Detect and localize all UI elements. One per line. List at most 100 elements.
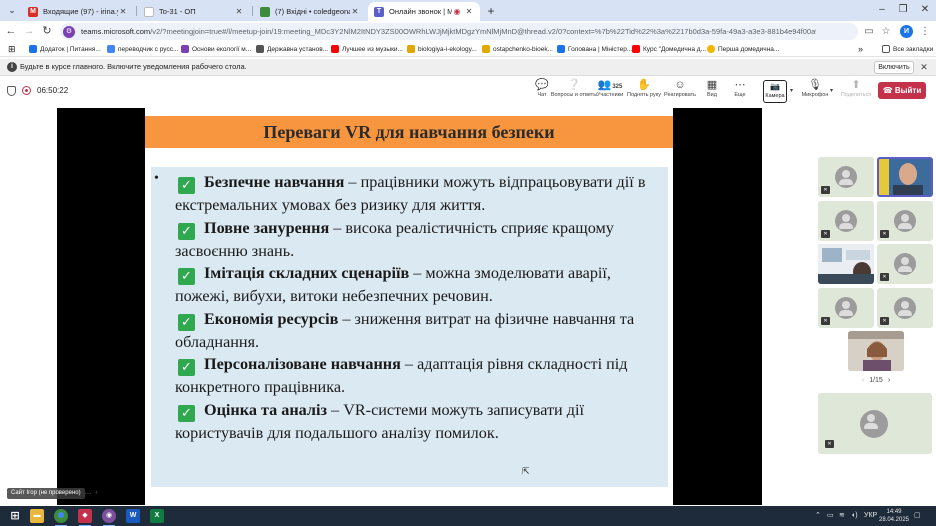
network-icon[interactable]: ▭ — [827, 510, 834, 522]
participants-button[interactable]: 👥325 Участники — [592, 79, 628, 103]
tab-title: (7) Вхідні • coledgeonat@ukr.n — [275, 7, 350, 16]
tab-ukrnet[interactable]: (7) Вхідні • coledgeonat@ukr.n ✕ — [254, 2, 366, 21]
reload-icon[interactable]: ↻ — [40, 24, 54, 38]
chat-button[interactable]: 💬 Чат — [524, 79, 560, 103]
participant-tile[interactable]: ✕ — [818, 288, 874, 328]
restore-icon[interactable]: ❐ — [896, 3, 910, 17]
profile-avatar[interactable]: И — [900, 25, 913, 38]
site-info-icon[interactable]: ⚙ — [63, 25, 75, 38]
list-item: ✓ Повне занурення – висока реалістичність… — [175, 218, 614, 260]
list-item: ✓ Безпечне навчання – працівники можуть в… — [175, 173, 646, 214]
bookmark-item[interactable]: Курс "Домедична д... — [632, 43, 706, 55]
microphone-off-icon: 🎙 — [808, 79, 822, 91]
participant-tile[interactable] — [818, 244, 874, 284]
bookmark-item[interactable]: Голована | Міністер... — [557, 43, 632, 55]
close-tab-icon[interactable]: ✕ — [234, 7, 244, 16]
list-item: ✓ Персоналізоване навчання – адаптація рі… — [175, 355, 628, 397]
close-tab-icon[interactable]: ✕ — [350, 7, 360, 16]
bookmark-item[interactable]: Державна установ... — [256, 43, 328, 55]
bookmark-favicon — [181, 45, 189, 53]
bookmark-item[interactable]: Основи екології м... — [181, 43, 251, 55]
all-bookmarks-button[interactable]: Все закладки — [882, 43, 933, 55]
close-tab-icon[interactable]: ✕ — [118, 7, 128, 16]
address-bar[interactable]: ⚙ teams.microsoft.com/v2/?meetingjoin=tr… — [60, 23, 858, 40]
tab-to31[interactable]: To-31 - ОП ✕ — [138, 2, 250, 21]
checkmark-icon: ✓ — [178, 222, 195, 240]
more-icon: ⋯ — [734, 79, 746, 91]
participant-tile-active-speaker[interactable] — [877, 157, 933, 197]
apps-grid-icon[interactable]: ⊞ — [8, 43, 20, 55]
mic-muted-icon: ✕ — [880, 273, 889, 281]
raise-hand-button[interactable]: ✋ Поднять руку — [626, 79, 662, 103]
page-icon — [144, 6, 154, 17]
close-icon[interactable]: ✕ — [918, 61, 930, 73]
self-view-tile[interactable]: ✕ — [818, 393, 932, 454]
tab-search-icon[interactable]: ⌄ — [4, 3, 20, 18]
people-icon: 👥 — [597, 79, 612, 91]
word-icon[interactable]: W — [126, 509, 140, 523]
participant-video — [848, 331, 904, 371]
start-button[interactable]: ⊞ — [8, 509, 22, 523]
url-text[interactable]: teams.microsoft.com/v2/?meetingjoin=true… — [81, 27, 816, 36]
participant-tile[interactable]: ✕ — [877, 244, 933, 284]
viber-icon[interactable]: ◉ — [102, 509, 116, 526]
wifi-icon[interactable]: ≋ — [839, 510, 845, 522]
bookmark-item[interactable]: переводчик с русс... — [107, 43, 178, 55]
next-page-icon[interactable]: › — [888, 377, 890, 384]
notifications-icon[interactable]: ▢ — [914, 510, 921, 522]
gallery-pager: ‹ 1/15 › — [856, 377, 896, 384]
previous-page-icon[interactable]: ‹ — [862, 377, 864, 384]
participant-tile[interactable]: ✕ — [877, 201, 933, 241]
tab-teams[interactable]: T Онлайн звонок | Microsoft ◉ ✕ — [368, 2, 480, 21]
tab-divider — [136, 6, 137, 16]
bookmark-favicon — [707, 45, 715, 53]
mic-muted-icon: ✕ — [825, 440, 834, 448]
bookmarks-bar: ⊞ Додаток | Питання... переводчик с русс… — [0, 42, 936, 57]
react-button[interactable]: ☺ Реагировать — [662, 79, 698, 103]
tab-gmail[interactable]: M Входящие (97) - irina.yashchis ✕ — [22, 2, 134, 21]
system-clock[interactable]: 14:49 28.04.2025 — [876, 508, 912, 524]
participant-tile[interactable]: ✕ — [877, 288, 933, 328]
bookmark-item[interactable]: biologiya-i-ekology... — [407, 43, 477, 55]
tab-divider — [252, 6, 253, 16]
excel-icon[interactable]: X — [150, 509, 164, 523]
bookmark-item[interactable]: Лучшее из музыки... — [331, 43, 403, 55]
enable-notifications-button[interactable]: Включить — [874, 61, 914, 74]
clock-date: 28.04.2025 — [878, 517, 910, 523]
bookmark-star-icon[interactable]: ☆ — [879, 25, 893, 39]
share-button[interactable]: ⬆ Поделиться — [838, 79, 874, 103]
participant-tile[interactable]: ✕ — [818, 157, 874, 197]
forward-icon[interactable]: → — [22, 24, 36, 38]
app-icon[interactable]: ◆ — [78, 509, 92, 526]
mail-icon — [260, 6, 270, 17]
participant-count: 325 — [612, 84, 623, 90]
bookmark-item[interactable]: Перша домедична... — [707, 43, 779, 55]
close-tab-icon[interactable]: ✕ — [464, 7, 474, 16]
microphone-button[interactable]: 🎙 Микрофон — [797, 79, 833, 103]
clock-time: 14:49 — [886, 509, 902, 515]
presenter-options-icon[interactable]: ··· ⁺ — [84, 488, 98, 499]
more-bookmarks-icon[interactable]: » — [858, 43, 863, 55]
avatar — [894, 253, 916, 275]
tab-title: Онлайн звонок | Microsoft — [389, 7, 452, 16]
qa-button[interactable]: ❔ Вопросы и ответы — [551, 79, 597, 103]
show-hidden-icons-icon[interactable]: ⌃ — [815, 510, 821, 522]
back-icon[interactable]: ← — [4, 24, 18, 38]
browser-menu-icon[interactable]: ⋮ — [918, 25, 932, 39]
minimize-icon[interactable]: – — [875, 3, 889, 17]
camera-button[interactable]: 📷 Камера — [763, 80, 787, 103]
participant-tile[interactable] — [848, 331, 904, 371]
bookmark-item[interactable]: Додаток | Питання... — [29, 43, 101, 55]
new-tab-button[interactable]: + — [484, 4, 498, 18]
cast-icon[interactable]: ▭ — [862, 25, 876, 39]
participant-tile[interactable]: ✕ — [818, 201, 874, 241]
leave-button[interactable]: ☎ Выйти — [878, 82, 926, 99]
close-window-icon[interactable]: ✕ — [918, 3, 932, 17]
file-explorer-icon[interactable]: ▬ — [30, 509, 44, 523]
bookmark-item[interactable]: ostapchenko-bioek... — [482, 43, 553, 55]
page-indicator: 1/15 — [869, 377, 883, 384]
more-button[interactable]: ⋯ Еще — [722, 79, 758, 103]
volume-icon[interactable]: ◖) — [851, 510, 858, 522]
chrome-icon[interactable] — [54, 509, 68, 526]
qa-icon: ❔ — [567, 79, 581, 91]
